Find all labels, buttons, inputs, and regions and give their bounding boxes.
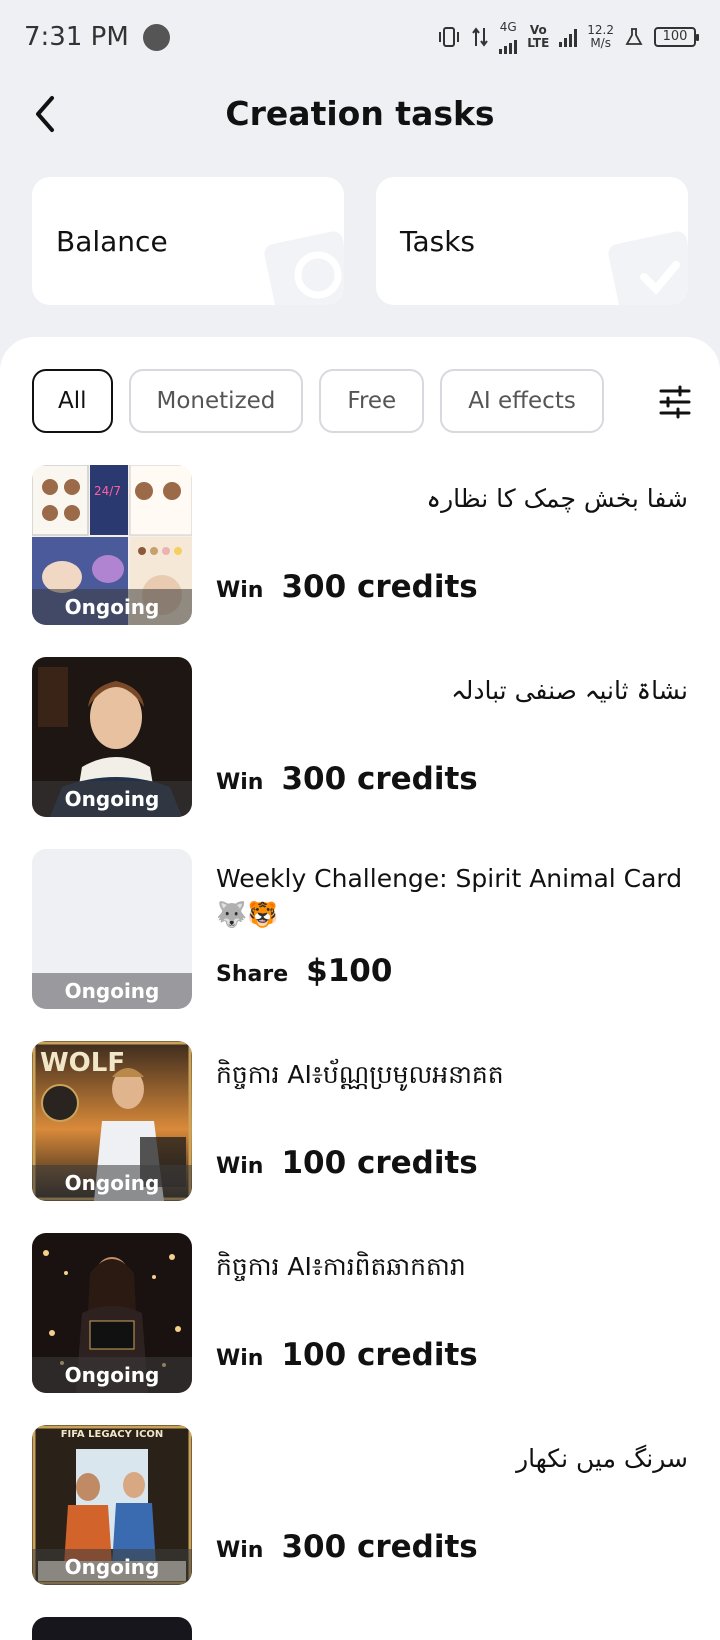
- task-title: نشاۃ ثانیہ صنفی تبادلہ: [451, 676, 688, 705]
- sliders-filter-icon[interactable]: [658, 385, 692, 419]
- task-list: 24/7 Ongoing شفا بخش چمک کا نظارہ Win 30…: [32, 465, 688, 1640]
- filter-chips: All Monetized Free AI effects: [32, 369, 692, 433]
- tasks-label: Tasks: [400, 224, 476, 258]
- task-status-badge: Ongoing: [32, 973, 192, 1009]
- volte-label: Vo LTE: [527, 24, 549, 50]
- checkmark-watermark-icon: [608, 231, 688, 305]
- network-type: 4G: [499, 19, 517, 34]
- reward-amount: 300 credits: [281, 761, 478, 797]
- page-title: Creation tasks: [225, 94, 495, 133]
- task-item[interactable]: Ongoing កិច្ចការ AI៖ការពិតឆាកតារា Win 10…: [32, 1233, 688, 1393]
- task-item[interactable]: 24/7 Ongoing شفا بخش چمک کا نظارہ Win 30…: [32, 465, 688, 625]
- task-thumbnail: Ongoing: [32, 849, 192, 1009]
- tasks-card[interactable]: Tasks: [376, 177, 688, 305]
- reward-verb: Win: [216, 1154, 264, 1179]
- reward-amount: $100: [306, 953, 393, 989]
- task-title: Weekly Challenge: Spirit Animal Card🐺🐯: [216, 864, 683, 929]
- status-bar: 7:31 PM 4G Vo LTE 12.2 M/s 100: [0, 0, 720, 74]
- task-item[interactable]: WOLF Ongoing កិច្ចការ AI៖ប័ណ្ណប្រមូលអនាគ…: [32, 1041, 688, 1201]
- filter-chip-monetized[interactable]: Monetized: [128, 369, 304, 433]
- reward-verb: Win: [216, 770, 264, 795]
- filter-chip-free[interactable]: Free: [319, 369, 425, 433]
- balance-card[interactable]: Balance: [32, 177, 344, 305]
- tasks-sheet: All Monetized Free AI effects 24/7 Ongoi…: [0, 337, 720, 1640]
- reward-verb: Win: [216, 1346, 264, 1371]
- task-status-badge: Ongoing: [32, 1165, 192, 1201]
- reward-amount: 100 credits: [281, 1145, 478, 1181]
- data-transfer-icon: [472, 27, 489, 47]
- notification-dot-icon: [142, 23, 170, 51]
- reward-verb: Win: [216, 578, 264, 603]
- task-reward: Share $100: [216, 953, 392, 989]
- task-status-badge: Ongoing: [32, 1549, 192, 1585]
- task-item[interactable]: Ongoing Weekly Challenge: Spirit Animal …: [32, 849, 688, 1009]
- task-item[interactable]: FIFA LEGACY ICON Ongoing سرنگ میں نکھار …: [32, 1425, 688, 1585]
- task-thumbnail: [32, 1617, 192, 1640]
- filter-chip-all[interactable]: All: [32, 369, 113, 433]
- filter-chip-ai-effects[interactable]: AI effects: [440, 369, 604, 433]
- task-status-badge: Ongoing: [32, 589, 192, 625]
- task-reward: Win 100 credits: [216, 1337, 478, 1373]
- task-status-badge: Ongoing: [32, 1357, 192, 1393]
- task-status-badge: Ongoing: [32, 781, 192, 817]
- task-title: កិច្ចការ AI៖ការពិតឆាកតារា: [216, 1252, 466, 1281]
- task-reward: Win 300 credits: [216, 569, 478, 605]
- svg-text:24/7: 24/7: [94, 484, 121, 498]
- thumb-caption: FIFA LEGACY ICON: [60, 1429, 164, 1440]
- task-title: سرنگ میں نکھار: [516, 1444, 688, 1473]
- status-icons: 4G Vo LTE 12.2 M/s 100: [437, 19, 699, 54]
- task-item[interactable]: Ongoing نشاۃ ثانیہ صنفی تبادلہ Win 300 c…: [32, 657, 688, 817]
- status-time: 7:31 PM: [24, 22, 129, 52]
- task-title: شفا بخش چمک کا نظارہ: [426, 484, 688, 513]
- task-thumbnail: 24/7 Ongoing: [32, 465, 192, 625]
- task-title: កិច្ចការ AI៖ប័ណ្ណប្រមូលអនាគត: [216, 1060, 504, 1089]
- task-thumbnail: FIFA LEGACY ICON Ongoing: [32, 1425, 192, 1585]
- vibrate-icon: [439, 27, 460, 47]
- reward-amount: 100 credits: [281, 1337, 478, 1373]
- task-thumbnail: Ongoing: [32, 1233, 192, 1393]
- network-4g-label: 4G: [499, 19, 518, 54]
- task-thumbnail: WOLF Ongoing: [32, 1041, 192, 1201]
- reward-amount: 300 credits: [281, 1529, 478, 1565]
- battery-icon: 100: [654, 27, 699, 47]
- reward-verb: Win: [216, 1538, 264, 1563]
- header: Creation tasks: [0, 74, 720, 158]
- task-thumbnail: Ongoing: [32, 657, 192, 817]
- flask-icon: [625, 28, 643, 45]
- balance-label: Balance: [56, 224, 168, 258]
- summary-row: Balance Tasks: [32, 177, 688, 305]
- reward-amount: 300 credits: [281, 569, 478, 605]
- network-speed: 12.2 M/s: [587, 24, 614, 50]
- coin-watermark-icon: [264, 231, 344, 305]
- reward-verb: Share: [216, 962, 289, 987]
- task-reward: Win 300 credits: [216, 1529, 478, 1565]
- speed-unit: M/s: [590, 36, 611, 50]
- signal-strength-1-icon: [499, 34, 518, 54]
- signal-strength-2-icon: [559, 27, 578, 47]
- svg-text:WOLF: WOLF: [40, 1048, 125, 1078]
- task-reward: Win 300 credits: [216, 761, 478, 797]
- volte-bottom: LTE: [527, 36, 550, 50]
- task-item-partial[interactable]: [32, 1617, 688, 1640]
- task-reward: Win 100 credits: [216, 1145, 478, 1181]
